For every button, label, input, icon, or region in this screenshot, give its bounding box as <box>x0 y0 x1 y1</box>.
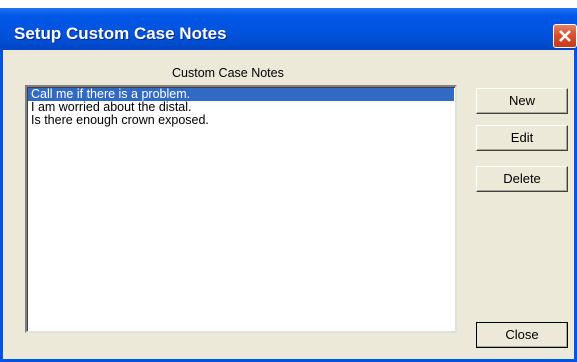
close-button[interactable]: Close <box>476 322 568 348</box>
new-button[interactable]: New <box>476 88 568 114</box>
window-close-button[interactable] <box>553 24 577 48</box>
title-bar-top-edge <box>0 0 577 8</box>
close-icon <box>559 30 571 42</box>
window-title: Setup Custom Case Notes <box>14 24 227 43</box>
title-bar[interactable]: Setup Custom Case Notes <box>0 0 577 50</box>
delete-button[interactable]: Delete <box>476 166 568 192</box>
list-item[interactable]: Is there enough crown exposed. <box>28 114 454 127</box>
case-notes-listbox[interactable]: Call me if there is a problem. I am worr… <box>25 85 457 333</box>
edit-button[interactable]: Edit <box>476 125 568 151</box>
custom-case-notes-label: Custom Case Notes <box>172 66 284 80</box>
